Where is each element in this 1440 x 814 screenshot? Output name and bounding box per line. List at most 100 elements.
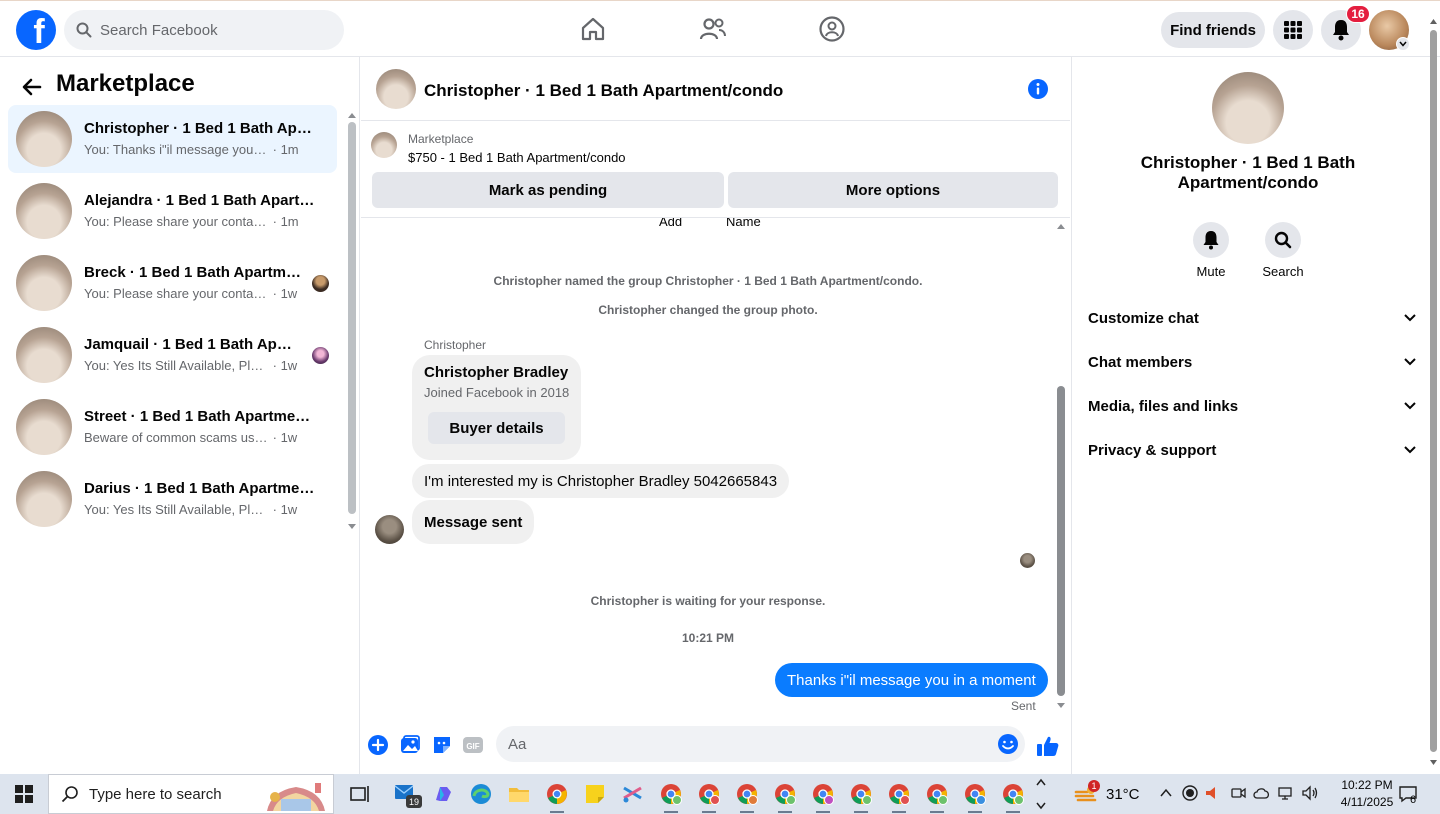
taskbar-overflow-scroll[interactable]: [1034, 776, 1048, 812]
chrome-profile-icon[interactable]: [697, 782, 721, 806]
chrome-profile-icon[interactable]: [963, 782, 987, 806]
file-explorer-icon[interactable]: [507, 782, 531, 806]
conversation-snippet: Beware of common scams using payment app…: [84, 430, 269, 445]
bell-icon[interactable]: [1193, 222, 1229, 258]
customize-chat-section[interactable]: Customize chat: [1088, 300, 1416, 336]
search-input[interactable]: [100, 21, 300, 39]
gif-icon[interactable]: GIF: [462, 734, 484, 756]
group-avatar[interactable]: [1212, 72, 1284, 144]
conversation-title: Jamquail · 1 Bed 1 Bath Apartment/condo: [84, 336, 294, 353]
sent-status: Sent: [1011, 699, 1036, 713]
message-input-field[interactable]: [496, 726, 1025, 762]
conversation-item-jamquail[interactable]: Jamquail · 1 Bed 1 Bath Apartment/condo …: [8, 321, 337, 389]
friends-icon[interactable]: [698, 14, 728, 44]
chrome-profile-icon[interactable]: [659, 782, 683, 806]
thread-scrollbar[interactable]: [1054, 222, 1068, 712]
record-icon[interactable]: [1182, 785, 1198, 801]
chat-avatar[interactable]: [376, 69, 416, 109]
sticker-icon[interactable]: [431, 734, 453, 756]
conversation-item-christopher[interactable]: Christopher · 1 Bed 1 Bath Apartment/con…: [8, 105, 337, 173]
mute-action[interactable]: Mute: [1181, 222, 1241, 279]
taskbar-search-box[interactable]: Type here to search: [48, 774, 334, 814]
listing-thumbnail[interactable]: [371, 132, 397, 158]
back-arrow-icon[interactable]: [20, 75, 44, 99]
search-action[interactable]: Search: [1253, 222, 1313, 279]
chevron-down-icon[interactable]: [1396, 37, 1410, 51]
conversation-item-alejandra[interactable]: Alejandra · 1 Bed 1 Bath Apartment/condo…: [8, 177, 337, 245]
search-box[interactable]: [64, 10, 344, 50]
sender-avatar[interactable]: [375, 515, 404, 544]
conversation-title: Christopher · 1 Bed 1 Bath Apartment/con…: [84, 120, 319, 137]
chrome-profile-icon[interactable]: [735, 782, 759, 806]
active-app-indicator: [740, 811, 754, 813]
message-bubble-interest[interactable]: I'm interested my is Christopher Bradley…: [412, 464, 790, 498]
message-input[interactable]: [508, 735, 968, 753]
chevron-down-icon: [1404, 402, 1416, 410]
message-bubble-sent-notice[interactable]: Message sent: [412, 500, 535, 544]
thumbs-up-icon[interactable]: [1036, 734, 1059, 756]
notification-count: 6: [1410, 794, 1417, 806]
weather-temperature[interactable]: 31°C: [1106, 786, 1140, 803]
task-view-icon[interactable]: [348, 782, 372, 806]
volume-icon[interactable]: [1301, 785, 1319, 801]
network-icon[interactable]: [1277, 785, 1295, 801]
listing-name[interactable]: $750 - 1 Bed 1 Bath Apartment/condo: [408, 150, 626, 165]
my-message-bubble[interactable]: Thanks i"il message you in a moment: [775, 663, 1048, 697]
chrome-profile-icon[interactable]: [1001, 782, 1025, 806]
conversation-preview: You: Please share your contact number · …: [84, 214, 299, 229]
section-label: Chat members: [1088, 353, 1193, 371]
facebook-logo-icon[interactable]: f: [16, 10, 56, 50]
info-icon[interactable]: [1028, 79, 1048, 99]
group-title: Christopher · 1 Bed 1 Bath Apartment/con…: [1140, 153, 1356, 192]
search-icon[interactable]: [1265, 222, 1301, 258]
conversation-item-street[interactable]: Street · 1 Bed 1 Bath Apartment/condo Be…: [8, 393, 337, 461]
copilot-icon[interactable]: [431, 782, 455, 806]
conversation-item-breck[interactable]: Breck · 1 Bed 1 Bath Apartment/condo You…: [8, 249, 337, 317]
chat-title[interactable]: Christopher · 1 Bed 1 Bath Apartment/con…: [424, 81, 783, 101]
emoji-icon[interactable]: [997, 733, 1019, 755]
home-icon[interactable]: [578, 14, 608, 44]
find-friends-button[interactable]: Find friends: [1161, 12, 1265, 48]
chrome-profile-icon[interactable]: [849, 782, 873, 806]
conversation-title: Street · 1 Bed 1 Bath Apartment/condo: [84, 408, 319, 425]
buyer-details-button[interactable]: Buyer details: [428, 412, 565, 444]
groups-icon[interactable]: [817, 14, 847, 44]
chrome-profile-icon[interactable]: [925, 782, 949, 806]
top-navigation-bar: f Find friends 16: [0, 0, 1440, 57]
clipped-name-label: Name: [726, 218, 761, 229]
chrome-profile-icon[interactable]: [773, 782, 797, 806]
snipping-tool-icon[interactable]: [621, 782, 645, 806]
chat-members-section[interactable]: Chat members: [1088, 344, 1416, 380]
photo-attach-icon[interactable]: [399, 734, 421, 756]
chrome-profile-icon[interactable]: [887, 782, 911, 806]
message-thread: Add Name Christopher named the group Chr…: [361, 218, 1061, 718]
active-app-indicator: [1006, 811, 1020, 813]
clock-time[interactable]: 10:22 PM: [1332, 778, 1402, 792]
page-scrollbar[interactable]: [1427, 10, 1440, 774]
edge-browser-icon[interactable]: [469, 782, 493, 806]
meet-icon[interactable]: [1230, 785, 1246, 801]
menu-grid-icon[interactable]: [1273, 10, 1313, 50]
clock-date[interactable]: 4/11/2025: [1332, 795, 1402, 809]
system-message-group-named: Christopher named the group Christopher …: [493, 274, 923, 288]
participant-avatar: [312, 347, 329, 364]
media-files-links-section[interactable]: Media, files and links: [1088, 388, 1416, 424]
cloud-sync-icon[interactable]: [1253, 785, 1271, 801]
add-plus-icon[interactable]: [367, 734, 389, 756]
chrome-profile-icon[interactable]: [811, 782, 835, 806]
inbox-scrollbar[interactable]: [346, 112, 358, 532]
conversation-item-darius[interactable]: Darius · 1 Bed 1 Bath Apartment/condo Yo…: [8, 465, 337, 533]
active-app-indicator: [816, 811, 830, 813]
chevron-up-icon[interactable]: [1160, 787, 1172, 799]
more-options-button[interactable]: More options: [728, 172, 1058, 208]
conversation-time: · 1m: [272, 142, 299, 157]
search-highlight-icon: [261, 777, 331, 813]
conversation-time: · 1w: [272, 286, 298, 301]
sticky-notes-icon[interactable]: [583, 782, 607, 806]
mark-as-pending-button[interactable]: Mark as pending: [372, 172, 724, 208]
speaker-muted-icon[interactable]: [1204, 785, 1220, 801]
chrome-icon[interactable]: [545, 782, 569, 806]
privacy-support-section[interactable]: Privacy & support: [1088, 432, 1416, 468]
windows-start-icon[interactable]: [0, 774, 48, 814]
conversation-snippet: You: Please share your contact number: [84, 286, 269, 301]
